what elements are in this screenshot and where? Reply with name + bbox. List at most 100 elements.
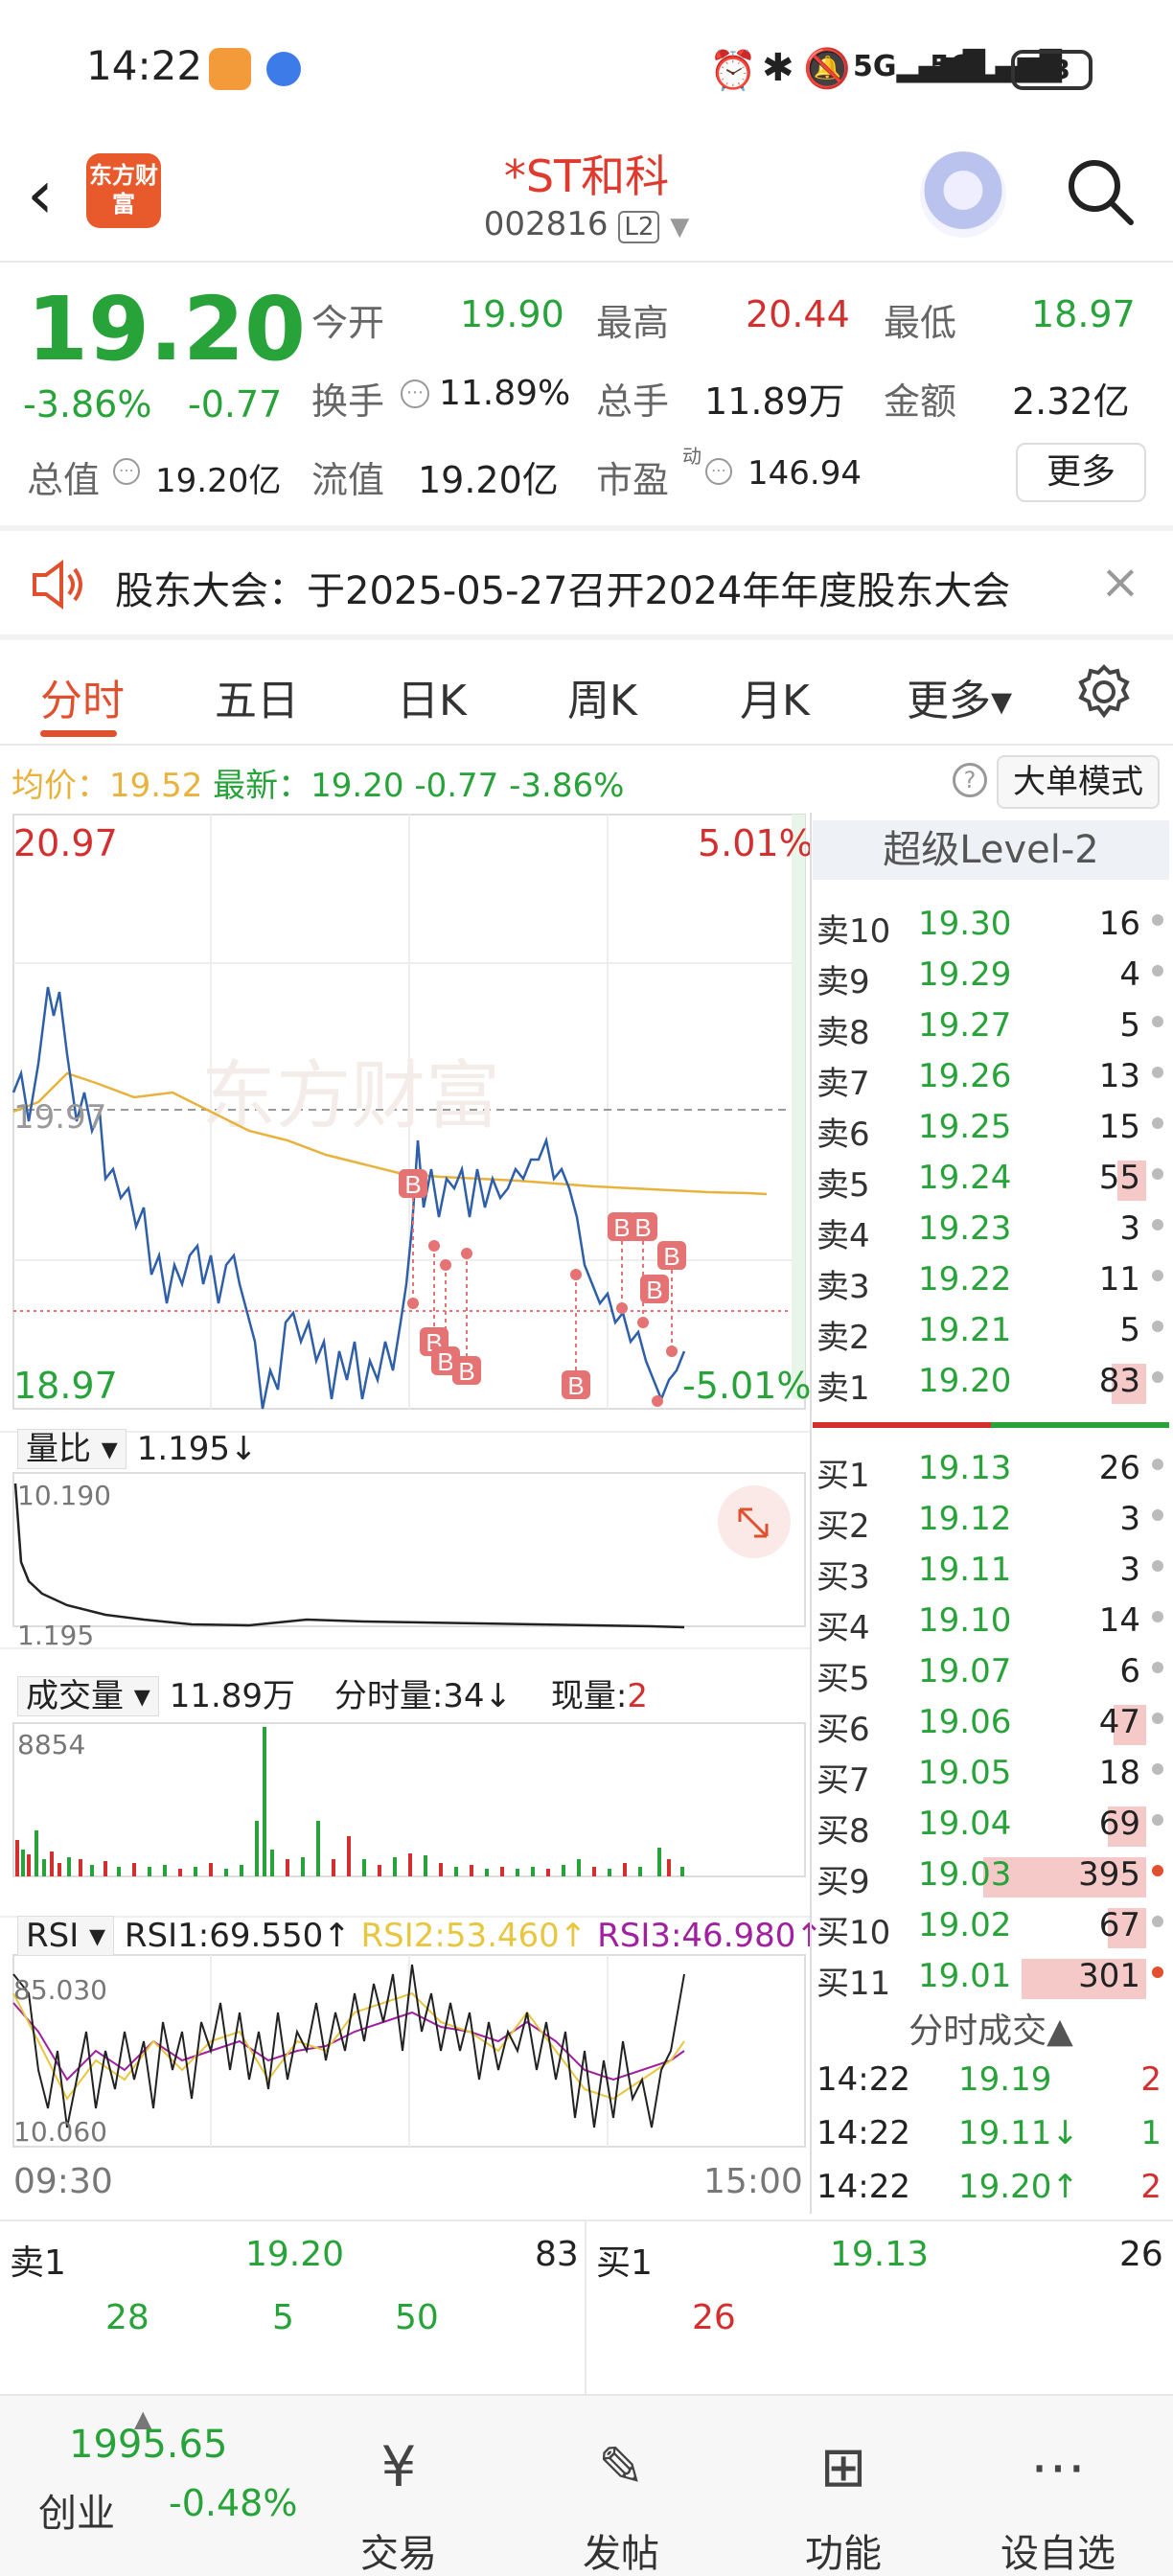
rsi3-value: RSI3:46.980↑ — [597, 1917, 823, 1955]
pe-dynamic-mark: 动 — [682, 445, 702, 468]
ask-label: 卖1 — [816, 1369, 870, 1408]
status-dot — [1152, 1168, 1163, 1180]
nav-function[interactable]: 功能 — [767, 2522, 920, 2576]
svg-text:B: B — [646, 1276, 662, 1304]
volume-selector[interactable]: 成交量 ▾ — [17, 1676, 159, 1716]
bid-row[interactable]: 买8 19.04 69 — [813, 1801, 1169, 1852]
trade-icon[interactable]: ¥ — [322, 2434, 475, 2499]
bid-row[interactable]: 买7 19.05 18 — [813, 1750, 1169, 1801]
bid-price: 19.03 — [918, 1855, 1012, 1894]
more-button[interactable]: 更多 — [1016, 443, 1146, 502]
ask-row[interactable]: 卖1 19.20 83 — [813, 1358, 1169, 1409]
bid-row[interactable]: 买4 19.10 14 — [813, 1598, 1169, 1648]
chart-bottom-pct: -5.01% — [682, 1365, 812, 1407]
ask-row[interactable]: 卖4 19.23 3 — [813, 1206, 1169, 1256]
latest-label: 最新： — [213, 767, 311, 805]
nav-add-watchlist[interactable]: 设自选 — [981, 2522, 1135, 2576]
tick-price: 19.19 — [958, 2060, 1052, 2099]
status-dot — [1152, 1966, 1163, 1978]
bid-volume: 3 — [1119, 1500, 1140, 1538]
rsi-selector[interactable]: RSI ▾ — [17, 1916, 115, 1956]
bid-volume: 26 — [1098, 1449, 1140, 1487]
time-start: 09:30 — [13, 2162, 113, 2201]
tab-monthly-k[interactable]: 月K — [740, 666, 810, 727]
ask-row[interactable]: 卖5 19.24 55 — [813, 1155, 1169, 1206]
add-watchlist-icon[interactable]: ⋯ — [981, 2434, 1135, 2499]
level-badge: L2 — [618, 211, 660, 243]
index-value[interactable]: 1995.65 — [69, 2423, 227, 2467]
bid-row[interactable]: 买5 19.07 6 — [813, 1648, 1169, 1699]
info-icon[interactable]: ⋯ — [113, 458, 140, 485]
tick-price: 19.20↑ — [958, 2168, 1079, 2206]
gear-icon[interactable] — [1073, 661, 1135, 723]
bid-label: 买6 — [816, 1711, 870, 1749]
tab-more[interactable]: 更多▾ — [907, 666, 1012, 727]
ratio-header[interactable]: 量比 ▾ 1.195↓ — [17, 1422, 258, 1469]
notice-text: 股东大会：于2025-05-27召开2024年年度股东大会 — [115, 569, 1011, 613]
volume-now: 2 — [627, 1677, 648, 1715]
bid-volume: 301 — [1078, 1957, 1140, 1995]
nav-post[interactable]: 发帖 — [544, 2522, 698, 2576]
bid-price: 19.11 — [918, 1551, 1012, 1589]
help-icon[interactable]: ? — [953, 763, 987, 797]
ask-label: 卖9 — [816, 963, 870, 1001]
speaker-icon — [33, 560, 82, 610]
nav-trade[interactable]: 交易 — [322, 2522, 475, 2576]
ask-price: 19.21 — [918, 1311, 1012, 1349]
tab-five-day[interactable]: 五日 — [215, 666, 299, 727]
intraday-chart[interactable]: 东方财富 B B B B B B B B B — [0, 805, 810, 2223]
bid-price: 19.04 — [918, 1805, 1012, 1843]
bid-price: 19.01 — [918, 1957, 1012, 1995]
status-bar: 14:22 ⏰ ✱ 🔕 5G▂▄▆█ 5G▂▄▆█ 73 — [0, 0, 1173, 134]
turnover-value: 11.89% — [439, 374, 571, 413]
ask-row[interactable]: 卖9 19.29 4 — [813, 952, 1169, 1002]
rsi-header[interactable]: RSI ▾ RSI1:69.550↑ RSI2:53.460↑ RSI3:46.… — [17, 1916, 823, 1956]
bid-label: 买11 — [816, 1965, 891, 2003]
bid-price: 19.07 — [918, 1652, 1012, 1690]
index-name[interactable]: 创业 — [38, 2482, 115, 2538]
bid-row[interactable]: 买2 19.12 3 — [813, 1496, 1169, 1547]
ask-row[interactable]: 卖6 19.25 15 — [813, 1104, 1169, 1155]
bid-row[interactable]: 买9 19.03 395 — [813, 1852, 1169, 1902]
info-icon[interactable]: ⋯ — [401, 380, 429, 408]
big-order-mode-button[interactable]: 大单模式 — [997, 755, 1160, 809]
post-icon[interactable]: ✎ — [544, 2434, 698, 2499]
chart-top-price: 20.97 — [13, 822, 118, 864]
ask-row[interactable]: 卖8 19.27 5 — [813, 1002, 1169, 1053]
index-pct[interactable]: -0.48% — [169, 2482, 297, 2524]
tab-intraday[interactable]: 分时 — [40, 666, 125, 727]
tab-weekly-k[interactable]: 周K — [567, 666, 637, 727]
bid-row[interactable]: 买6 19.06 47 — [813, 1699, 1169, 1750]
ask-row[interactable]: 卖2 19.21 5 — [813, 1307, 1169, 1358]
volume-header[interactable]: 成交量 ▾ 11.89万 分时量:34↓ 现量:2 — [17, 1669, 648, 1716]
ticks-title[interactable]: 分时成交▲ — [813, 2003, 1169, 2053]
close-icon[interactable]: × — [1100, 554, 1140, 610]
bid-row[interactable]: 买10 19.02 67 — [813, 1902, 1169, 1953]
bid-row[interactable]: 买11 19.01 301 — [813, 1953, 1169, 2004]
ratio-axis-top: 10.190 — [17, 1480, 111, 1511]
ask-price: 19.27 — [918, 1006, 1012, 1045]
ratio-selector[interactable]: 量比 ▾ — [17, 1429, 126, 1469]
ask-row[interactable]: 卖10 19.30 16 — [813, 901, 1169, 952]
info-icon[interactable]: ⋯ — [705, 458, 732, 485]
ratio-line — [13, 1483, 685, 1629]
volume-label: 总手 — [596, 380, 670, 423]
bid-label: 买2 — [816, 1507, 870, 1546]
ask-price: 19.22 — [918, 1260, 1012, 1299]
bottom-bid-vol: 26 — [1119, 2235, 1163, 2274]
ask-row[interactable]: 卖7 19.26 13 — [813, 1053, 1169, 1104]
notice-banner[interactable]: 股东大会：于2025-05-27召开2024年年度股东大会 × — [0, 531, 1173, 636]
bid-row[interactable]: 买1 19.13 26 — [813, 1445, 1169, 1496]
function-icon[interactable]: ⊞ — [767, 2434, 920, 2499]
bid-label: 买1 — [816, 1457, 870, 1495]
ask-queue-3: 50 — [395, 2298, 439, 2337]
status-dot — [1152, 1560, 1163, 1572]
ask-row[interactable]: 卖3 19.22 11 — [813, 1256, 1169, 1307]
level2-title[interactable]: 超级Level-2 — [813, 820, 1169, 880]
search-icon[interactable] — [1064, 155, 1137, 228]
bid-row[interactable]: 买3 19.11 3 — [813, 1547, 1169, 1598]
ai-assistant-avatar[interactable] — [920, 151, 1006, 238]
bottom-bid-price: 19.13 — [830, 2235, 930, 2274]
rsi3-line — [12, 2002, 685, 2082]
tab-daily-k[interactable]: 日K — [397, 666, 467, 727]
